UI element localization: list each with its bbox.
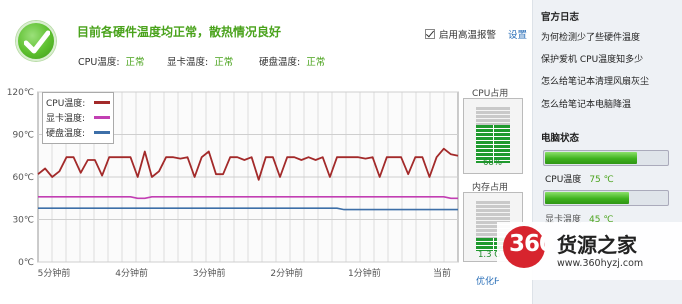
- x-tick-label: 2分钟前: [270, 267, 303, 279]
- alarm-checkbox[interactable]: [425, 29, 435, 39]
- x-tick-label: 1分钟前: [348, 267, 381, 279]
- gpu-temp-bar-fill: [545, 192, 630, 204]
- cpu-temp-status-value: 正常: [125, 57, 145, 68]
- news-item[interactable]: 保护爱机 CPU温度知多少: [541, 52, 643, 65]
- gpu-temp-bar: [543, 190, 669, 206]
- pc-status-title: 电脑状态: [541, 133, 580, 144]
- cpu-temp-stat: CPU温度 75 ℃: [545, 172, 614, 185]
- chart-legend: CPU温度: 显卡温度: 硬盘温度:: [42, 92, 114, 144]
- alarm-label: 启用高温报警: [439, 30, 497, 41]
- y-tick-label: 60℃: [12, 173, 34, 183]
- disk-temp-status: 硬盘温度: 正常: [259, 54, 325, 68]
- disk-temp-label: 硬盘温度:: [259, 57, 301, 68]
- cpu-temp-label: CPU温度:: [78, 57, 120, 68]
- legend-item-cpu: CPU温度:: [46, 95, 110, 110]
- settings-link[interactable]: 设置: [508, 27, 527, 41]
- cpu-temp-bar-fill: [545, 152, 637, 164]
- x-tick-label: 4分钟前: [115, 267, 148, 279]
- disk-temp-status-value: 正常: [306, 57, 326, 68]
- cpu-usage-percent: 68%: [483, 158, 502, 168]
- watermark-name: 货源之家: [557, 233, 637, 257]
- optimize-link[interactable]: 优化P: [476, 274, 499, 287]
- y-tick-label: 30℃: [12, 216, 34, 226]
- status-ok-icon: [16, 21, 56, 61]
- cpu-gauge-empty: [476, 107, 510, 125]
- watermark-number: 360: [509, 231, 555, 257]
- cpu-temp-status: CPU温度: 正常: [78, 54, 145, 68]
- legend-cpu-swatch: [94, 101, 110, 104]
- legend-item-disk: 硬盘温度:: [46, 125, 110, 140]
- cpu-temp-stat-value: 75 ℃: [589, 175, 614, 185]
- legend-item-gpu: 显卡温度:: [46, 110, 110, 125]
- cpu-temp-stat-label: CPU温度: [545, 175, 582, 185]
- legend-gpu-label: 显卡温度:: [46, 114, 86, 124]
- gpu-temp-label: 显卡温度:: [167, 57, 209, 68]
- gpu-temp-status: 显卡温度: 正常: [167, 54, 233, 68]
- watermark-url: www.360hyzj.com: [557, 258, 644, 269]
- legend-disk-label: 硬盘温度:: [46, 129, 86, 139]
- y-tick-label: 0℃: [18, 258, 34, 268]
- y-tick-label: 90℃: [12, 131, 34, 141]
- news-item[interactable]: 为何检测少了些硬件温度: [541, 30, 640, 43]
- news-item[interactable]: 怎么给笔记本清理风扇灰尘: [541, 74, 649, 87]
- legend-disk-swatch: [94, 131, 110, 134]
- x-tick-label: 当前: [433, 267, 451, 279]
- news-title: 官方日志: [541, 12, 580, 23]
- y-tick-label: 120℃: [7, 88, 34, 98]
- cpu-temp-bar: [543, 150, 669, 166]
- gpu-temp-status-value: 正常: [214, 57, 234, 68]
- x-tick-label: 3分钟前: [193, 267, 226, 279]
- watermark: 360 货源之家 www.360hyzj.com: [497, 222, 682, 280]
- legend-gpu-swatch: [94, 116, 110, 119]
- status-title: 目前各硬件温度均正常，散热情况良好: [77, 25, 282, 39]
- news-item[interactable]: 怎么给笔记本电脑降温: [541, 97, 631, 110]
- legend-cpu-label: CPU温度:: [46, 99, 86, 109]
- high-temp-alarm-toggle[interactable]: 启用高温报警: [425, 27, 496, 41]
- x-tick-label: 5分钟前: [38, 267, 71, 279]
